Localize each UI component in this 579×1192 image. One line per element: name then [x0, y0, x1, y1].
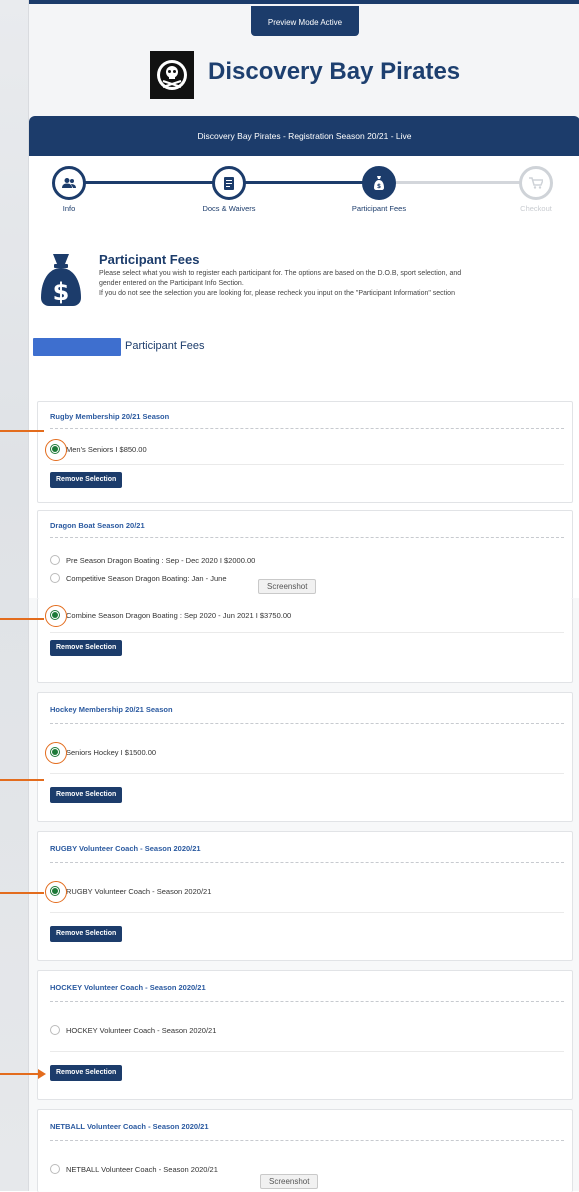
step-docs-waivers[interactable]: Docs & Waivers — [184, 166, 274, 213]
card-title: RUGBY Volunteer Coach - Season 2020/21 — [50, 844, 201, 853]
section-title-text: Participant Fees — [125, 340, 205, 352]
pirate-skull-icon — [157, 60, 187, 90]
radio-button[interactable] — [50, 573, 60, 583]
fees-description-line: gender entered on the Participant Info S… — [99, 280, 244, 287]
fee-option[interactable]: Pre Season Dragon Boating : Sep - Dec 20… — [50, 555, 255, 565]
radio-button[interactable] — [45, 439, 67, 461]
registration-frame-bottom: Combine Season Dragon Boating : Sep 2020… — [28, 598, 579, 1192]
step-info[interactable]: Info — [29, 166, 114, 213]
card-divider — [50, 773, 564, 774]
fee-option[interactable]: HOCKEY Volunteer Coach - Season 2020/21 — [50, 1025, 216, 1035]
card-title: Hockey Membership 20/21 Season — [50, 705, 173, 714]
remove-selection-button[interactable]: Remove Selection — [50, 472, 123, 488]
participant-fees-section-title: Participant Fees — [33, 340, 204, 352]
card-divider — [50, 1001, 564, 1002]
fees-description-line: If you do not see the selection you are … — [99, 290, 455, 297]
highlight-circle — [45, 881, 67, 903]
annotation-line — [0, 892, 44, 894]
option-label: Competitive Season Dragon Boating: Jan -… — [66, 573, 227, 583]
background-left — [0, 0, 28, 1191]
step-label: Info — [62, 204, 76, 213]
annotation-line — [0, 618, 44, 620]
option-label: Men's Seniors I $850.00 — [66, 444, 147, 454]
card-divider — [50, 428, 564, 429]
remove-selection-button[interactable]: Remove Selection — [50, 926, 123, 942]
option-label: NETBALL Volunteer Coach - Season 2020/21 — [66, 1164, 218, 1174]
fee-card-dragon-boat: Dragon Boat Season 20/21 Pre Season Drag… — [37, 510, 573, 598]
fee-card-hockey-volunteer: HOCKEY Volunteer Coach - Season 2020/21 … — [37, 970, 573, 1100]
step-checkout[interactable]: Checkout — [491, 166, 579, 213]
money-bag-large-icon: $ — [41, 254, 81, 306]
step-participant-fees[interactable]: $ Participant Fees — [334, 166, 424, 213]
fees-heading: Participant Fees — [99, 252, 200, 267]
step-label: Checkout — [520, 204, 552, 213]
option-label: RUGBY Volunteer Coach - Season 2020/21 — [66, 886, 212, 896]
card-divider — [50, 1140, 564, 1141]
radio-button[interactable] — [45, 605, 67, 627]
annotation-arrow-line — [0, 1073, 40, 1075]
card-title: NETBALL Volunteer Coach - Season 2020/21 — [50, 1122, 209, 1131]
step-label: Participant Fees — [351, 204, 407, 213]
screenshot-tooltip: Screenshot — [260, 1174, 319, 1189]
fee-card-rugby-membership: Rugby Membership 20/21 Season Men's Seni… — [37, 401, 573, 503]
money-bag-icon: $ — [362, 166, 396, 200]
fee-option[interactable]: Seniors Hockey I $1500.00 — [45, 742, 157, 764]
fee-option[interactable]: Men's Seniors I $850.00 — [45, 439, 147, 461]
radio-button[interactable] — [45, 881, 67, 903]
card-title: Dragon Boat Season 20/21 — [50, 521, 145, 530]
fee-card-netball-volunteer: NETBALL Volunteer Coach - Season 2020/21… — [37, 1109, 573, 1192]
svg-text:$: $ — [53, 278, 70, 306]
option-label: Pre Season Dragon Boating : Sep - Dec 20… — [66, 555, 256, 565]
registration-panel: Info Docs & Waivers $ Participant Fees C… — [29, 156, 579, 598]
card-divider — [50, 464, 564, 465]
highlight-circle — [45, 439, 67, 461]
fee-option[interactable]: RUGBY Volunteer Coach - Season 2020/21 — [45, 881, 212, 903]
card-title: Rugby Membership 20/21 Season — [50, 412, 170, 421]
svg-text:$: $ — [377, 183, 381, 190]
radio-button[interactable] — [45, 742, 67, 764]
remove-selection-button[interactable]: Remove Selection — [50, 640, 123, 656]
radio-button[interactable] — [50, 1025, 60, 1035]
fee-option[interactable]: Combine Season Dragon Boating : Sep 2020… — [45, 605, 292, 627]
top-accent-line — [29, 0, 579, 4]
fee-card-rugby-volunteer: RUGBY Volunteer Coach - Season 2020/21 R… — [37, 831, 573, 961]
remove-selection-button[interactable]: Remove Selection — [50, 1065, 123, 1081]
users-icon — [52, 166, 86, 200]
highlight-circle — [45, 605, 67, 627]
document-icon — [212, 166, 246, 200]
fees-description: Please select what you wish to register … — [99, 269, 569, 299]
fee-card-dragon-boat-continued: Combine Season Dragon Boating : Sep 2020… — [37, 598, 573, 683]
radio-button[interactable] — [50, 555, 60, 565]
fee-card-hockey-membership: Hockey Membership 20/21 Season Seniors H… — [37, 692, 573, 822]
card-divider — [50, 1051, 564, 1052]
fee-option[interactable]: Competitive Season Dragon Boating: Jan -… — [50, 573, 227, 583]
registration-frame-top: Preview Mode Active Discovery Bay Pirate… — [28, 0, 579, 598]
card-divider — [50, 537, 564, 538]
annotation-line — [0, 779, 44, 781]
highlight-circle — [45, 742, 67, 764]
fee-option[interactable]: NETBALL Volunteer Coach - Season 2020/21 — [50, 1164, 218, 1174]
option-label: HOCKEY Volunteer Coach - Season 2020/21 — [66, 1025, 217, 1035]
fees-description-line: Please select what you wish to register … — [99, 270, 462, 277]
screenshot-tooltip: Screenshot — [258, 579, 317, 594]
radio-button[interactable] — [50, 1164, 60, 1174]
cart-icon — [519, 166, 553, 200]
option-label: Seniors Hockey I $1500.00 — [66, 747, 157, 757]
club-name-title: Discovery Bay Pirates — [208, 58, 461, 85]
preview-mode-badge: Preview Mode Active — [251, 6, 359, 36]
registration-season-bar: Discovery Bay Pirates - Registration Sea… — [29, 116, 579, 156]
remove-selection-button[interactable]: Remove Selection — [50, 787, 123, 803]
card-divider — [50, 723, 564, 724]
card-divider — [50, 632, 564, 633]
card-title: HOCKEY Volunteer Coach - Season 2020/21 — [50, 983, 206, 992]
option-label: Combine Season Dragon Boating : Sep 2020… — [66, 610, 292, 620]
arrowhead-icon — [38, 1069, 46, 1079]
club-logo — [150, 51, 194, 99]
card-divider — [50, 862, 564, 863]
annotation-line — [0, 430, 44, 432]
step-label: Docs & Waivers — [202, 204, 256, 213]
card-divider — [50, 912, 564, 913]
